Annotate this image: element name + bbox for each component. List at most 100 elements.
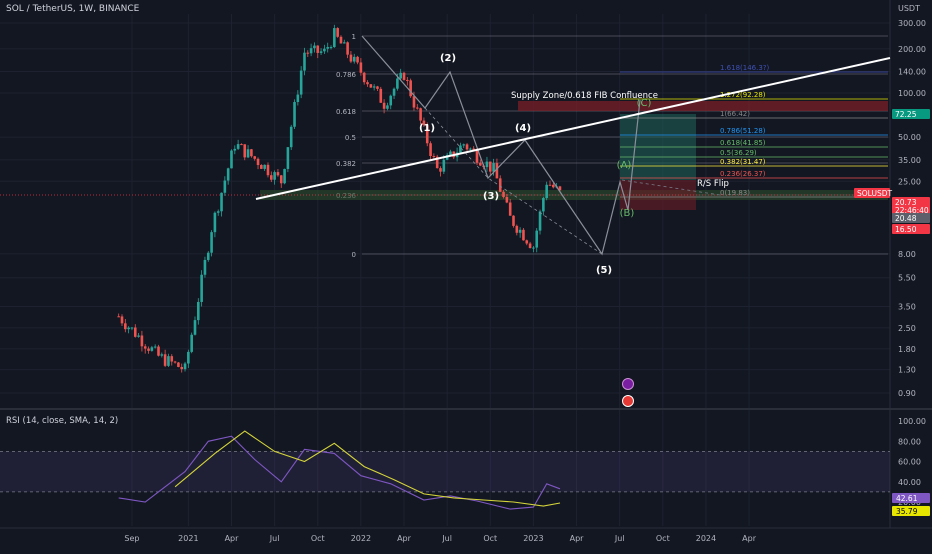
rsi-value-label: 35.79 [896,507,918,516]
candle-body [309,48,313,54]
candle-body [260,165,263,169]
candle-body [548,184,552,186]
candle-body [263,164,266,169]
y-tick-label: 35.00 [898,156,921,165]
rsi-band [0,451,890,492]
x-tick-label: Oct [483,534,497,543]
candle-body [538,211,542,231]
candle-body [429,143,432,156]
candle-body [336,28,339,37]
x-tick-label: Apr [570,534,585,543]
candle-body [389,95,393,106]
x-tick-label: Jul [441,534,452,543]
fib-level-label: 0.786 [336,71,357,79]
x-tick-label: Oct [656,534,670,543]
candle-body [339,36,343,44]
y-tick-label: 5.50 [898,274,916,283]
candle-body [508,202,512,216]
candle-body [396,78,399,89]
symbol-title: SOL / TetherUS, 1W, BINANCE [6,4,140,14]
candle-body [512,215,515,226]
candle-body [439,168,442,172]
candle-body [293,102,296,127]
candle-body [187,351,190,364]
candle-body [352,56,356,62]
candle-body [183,363,187,370]
candle-body [465,144,469,150]
candle-body [303,52,306,71]
y-tick-label: 25.00 [898,177,921,186]
candle-body [133,327,137,337]
candle-body [359,62,363,73]
candle-body [306,52,310,54]
trading-chart[interactable]: Sep 2021 Apr Jul Oct 2022 Apr Jul Oct 2023 Apr Jul O… [0,0,932,550]
wave-label: (3) [483,191,499,202]
x-tick-label: Jul [614,534,625,543]
candle-body [127,327,130,330]
candle-body [243,144,247,158]
candle-body [376,86,379,89]
x-tick-label: Jul [269,534,280,543]
candle-body [193,320,197,335]
y-tick-label: 300.00 [898,19,926,28]
wave-label: (4) [515,123,531,134]
candle-body [124,323,127,330]
candle-body [386,105,389,109]
candle-body [349,54,353,62]
x-tick-label: Sep [124,534,139,543]
candle-body [498,178,502,192]
rs-flip-label: R/S Flip [697,179,729,189]
candle-body [525,240,529,244]
fib-extension-label: 0(19.83) [720,189,750,197]
fib-level-label: 0 [352,251,356,259]
fib-extension-label: 0.236(26.37) [720,170,766,178]
x-tick-label: Apr [742,534,757,543]
candle-body [459,145,462,153]
candle-body [362,72,366,83]
y-tick-label: 2.50 [898,324,916,333]
candle-body [502,191,505,197]
price-badge-label: 20.48 [895,214,917,223]
wave-label: (1) [419,123,435,134]
candle-body [203,259,207,275]
fib-level-label: 0.5 [345,134,356,142]
candle-body [323,48,326,52]
candle-body [153,346,157,348]
candle-body [412,96,416,108]
candle-body [270,175,273,180]
fib-level-label: 1 [352,33,356,41]
candle-body [492,163,495,172]
corrective-wave-label: (B) [620,208,635,219]
candle-body [230,150,233,169]
fib-extension-label: 0.786(51.28) [720,127,766,135]
fib-level-label: 0.618 [336,108,356,116]
candle-body [462,144,466,146]
candle-body [392,88,396,96]
candle-body [250,149,253,157]
x-tick-label: Apr [225,534,240,543]
candle-body [522,229,525,241]
rsi-y-tick-label: 100.00 [898,417,926,426]
rsi-value-label: 42.61 [896,494,918,503]
candle-body [173,361,177,363]
rsi-y-tick-label: 60.00 [898,458,921,467]
candle-body [117,316,120,318]
candle-body [369,84,373,88]
price-badge-label: 16.50 [895,225,917,234]
candle-body [167,356,170,366]
candle-body [283,168,286,184]
chart-svg[interactable]: Sep 2021 Apr Jul Oct 2022 Apr Jul Oct 2023 Apr Jul O… [0,0,932,550]
y-tick-label: 1.30 [898,366,916,375]
candle-body [382,102,386,109]
y-tick-label: 100.00 [898,89,926,98]
corrective-wave-label: (A) [617,160,632,171]
lightning-event-icon [622,378,634,390]
y-tick-label: 50.00 [898,133,921,142]
candle-body [342,42,346,44]
candle-body [296,94,300,103]
y-tick-label: 8.00 [898,250,916,259]
candle-body [475,150,479,163]
fib-extension-label: 0.618(41.85) [720,139,766,147]
candle-body [216,211,220,213]
candle-body [137,335,140,337]
